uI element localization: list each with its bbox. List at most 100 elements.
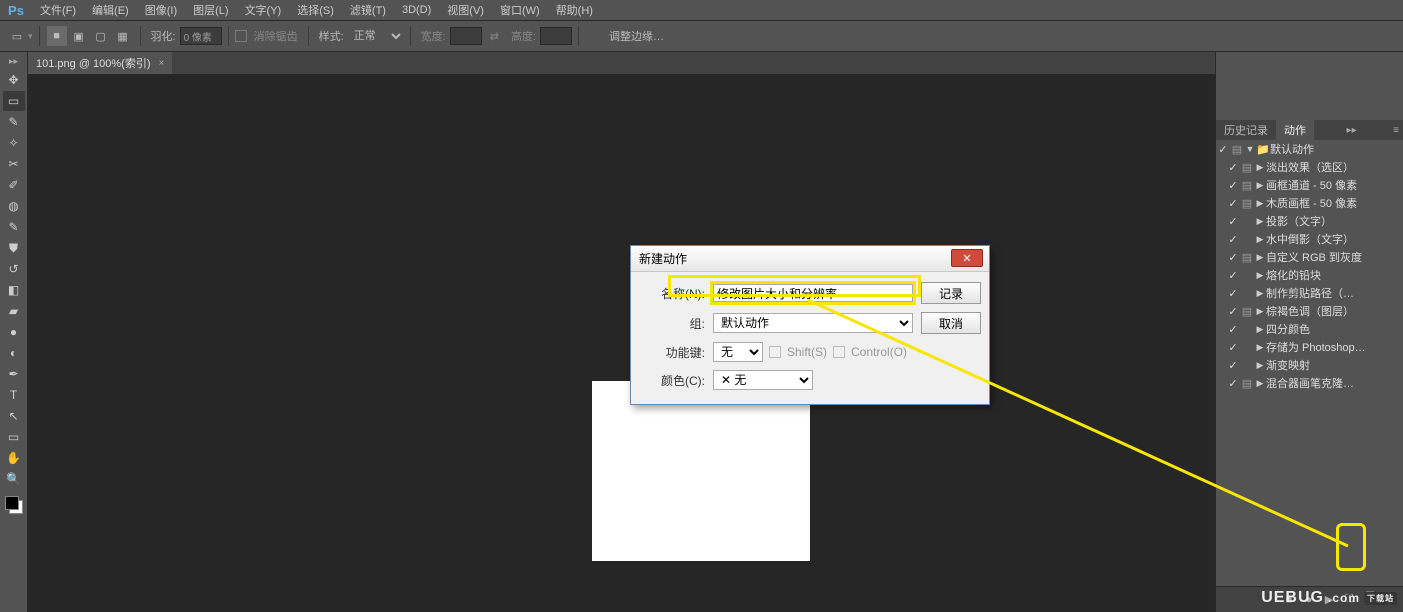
color-swatch[interactable] [5,496,23,514]
check-icon[interactable]: ✓ [1226,179,1240,192]
move-tool-icon[interactable]: ✥ [3,70,25,90]
menu-3d[interactable]: 3D(D) [394,4,439,16]
expand-icon[interactable]: ▶ [1254,324,1266,335]
menu-window[interactable]: 窗口(W) [492,2,548,18]
selection-intersect-icon[interactable]: ▦ [113,26,133,46]
canvas[interactable] [592,381,810,561]
dialog-toggle-icon[interactable]: ▤ [1240,179,1254,192]
document-tab[interactable]: 101.png @ 100%(索引) × [28,52,172,74]
menu-file[interactable]: 文件(F) [32,2,84,18]
expand-icon[interactable]: ▶ [1254,216,1266,227]
check-icon[interactable]: ✓ [1226,305,1240,318]
selection-new-icon[interactable]: ■ [47,26,67,46]
action-row[interactable]: ✓▤▶制作剪贴路径（… [1216,284,1403,302]
fkey-select[interactable]: 无 [713,342,763,362]
menu-view[interactable]: 视图(V) [439,2,492,18]
type-tool-icon[interactable]: T [3,385,25,405]
zoom-tool-icon[interactable]: 🔍 [3,469,25,489]
stamp-tool-icon[interactable]: ⛊ [3,238,25,258]
dialog-toggle-icon[interactable]: ▤ [1240,197,1254,210]
expand-icon[interactable]: ▶ [1254,234,1266,245]
dialog-toggle-icon[interactable]: ▤ [1240,377,1254,390]
path-tool-icon[interactable]: ↖ [3,406,25,426]
dialog-toggle-icon[interactable]: ▤ [1240,215,1254,228]
expand-icon[interactable]: ▶ [1254,306,1266,317]
action-row[interactable]: ✓▤▶混合器画笔克隆… [1216,374,1403,392]
shape-tool-icon[interactable]: ▭ [3,427,25,447]
dialog-toggle-icon[interactable]: ▤ [1240,269,1254,282]
pen-tool-icon[interactable]: ✒ [3,364,25,384]
action-row[interactable]: ✓▤▶淡出效果（选区） [1216,158,1403,176]
expand-icon[interactable]: ▶ [1254,252,1266,263]
action-set-row[interactable]: ✓ ▤ ▼ 📁 默认动作 [1216,140,1403,158]
tab-history[interactable]: 历史记录 [1216,120,1276,140]
menu-filter[interactable]: 滤镜(T) [342,2,394,18]
dialog-toggle-icon[interactable]: ▤ [1240,359,1254,372]
expand-icon[interactable]: ▶ [1254,162,1266,173]
action-row[interactable]: ✓▤▶渐变映射 [1216,356,1403,374]
dialog-toggle-icon[interactable]: ▤ [1230,143,1244,156]
swap-wh-icon[interactable]: ⇄ [490,30,499,43]
toolbox-collapse-icon[interactable]: ▸▸ [9,56,18,70]
history-brush-icon[interactable]: ↺ [3,259,25,279]
eraser-tool-icon[interactable]: ◧ [3,280,25,300]
marquee-tool-icon[interactable]: ▭ [3,91,25,111]
healing-tool-icon[interactable]: ◍ [3,196,25,216]
action-row[interactable]: ✓▤▶投影（文字） [1216,212,1403,230]
dialog-toggle-icon[interactable]: ▤ [1240,287,1254,300]
feather-input[interactable] [180,27,222,45]
expand-icon[interactable]: ▶ [1254,180,1266,191]
action-row[interactable]: ✓▤▶四分颜色 [1216,320,1403,338]
close-icon[interactable]: ✕ [951,249,983,267]
dialog-title-bar[interactable]: 新建动作 ✕ [631,246,989,272]
dialog-toggle-icon[interactable]: ▤ [1240,341,1254,354]
action-row[interactable]: ✓▤▶存储为 Photoshop… [1216,338,1403,356]
dialog-toggle-icon[interactable]: ▤ [1240,323,1254,336]
expand-icon[interactable]: ▶ [1254,270,1266,281]
action-row[interactable]: ✓▤▶水中倒影（文字） [1216,230,1403,248]
expand-icon[interactable]: ▼ [1244,144,1256,154]
dodge-tool-icon[interactable]: ◐ [3,343,25,363]
dialog-toggle-icon[interactable]: ▤ [1240,233,1254,246]
check-icon[interactable]: ✓ [1226,359,1240,372]
record-button[interactable]: 记录 [921,282,981,304]
action-row[interactable]: ✓▤▶自定义 RGB 到灰度 [1216,248,1403,266]
check-icon[interactable]: ✓ [1226,215,1240,228]
style-dropdown[interactable]: 正常 [348,29,404,43]
close-tab-icon[interactable]: × [159,58,165,69]
marquee-tool-icon[interactable]: ▭ [7,26,27,46]
check-icon[interactable]: ✓ [1226,341,1240,354]
expand-icon[interactable]: ▶ [1254,378,1266,389]
brush-tool-icon[interactable]: ✎ [3,217,25,237]
selection-subtract-icon[interactable]: ▢ [91,26,111,46]
dialog-toggle-icon[interactable]: ▤ [1240,251,1254,264]
check-icon[interactable]: ✓ [1226,197,1240,210]
dialog-toggle-icon[interactable]: ▤ [1240,161,1254,174]
group-select[interactable]: 默认动作 [713,313,913,333]
expand-icon[interactable]: ▶ [1254,360,1266,371]
crop-tool-icon[interactable]: ✂ [3,154,25,174]
color-select[interactable]: ✕ 无 [713,370,813,390]
check-icon[interactable]: ✓ [1226,377,1240,390]
blur-tool-icon[interactable]: ● [3,322,25,342]
check-icon[interactable]: ✓ [1226,161,1240,174]
selection-add-icon[interactable]: ▣ [69,26,89,46]
expand-icon[interactable]: ▶ [1254,342,1266,353]
menu-image[interactable]: 图像(I) [137,2,185,18]
wand-tool-icon[interactable]: ✧ [3,133,25,153]
expand-icon[interactable]: ▶ [1254,198,1266,209]
check-icon[interactable]: ✓ [1226,323,1240,336]
name-input[interactable] [713,284,913,302]
dialog-toggle-icon[interactable]: ▤ [1240,305,1254,318]
panel-expand-icon[interactable]: ▸▸ [1343,125,1361,136]
check-icon[interactable]: ✓ [1216,143,1230,156]
antialias-checkbox[interactable] [235,30,247,42]
expand-icon[interactable]: ▶ [1254,288,1266,299]
tab-actions[interactable]: 动作 [1276,120,1314,140]
menu-edit[interactable]: 编辑(E) [84,2,137,18]
panel-menu-icon[interactable]: ≡ [1389,125,1403,136]
check-icon[interactable]: ✓ [1226,269,1240,282]
eyedropper-tool-icon[interactable]: ✐ [3,175,25,195]
hand-tool-icon[interactable]: ✋ [3,448,25,468]
check-icon[interactable]: ✓ [1226,251,1240,264]
